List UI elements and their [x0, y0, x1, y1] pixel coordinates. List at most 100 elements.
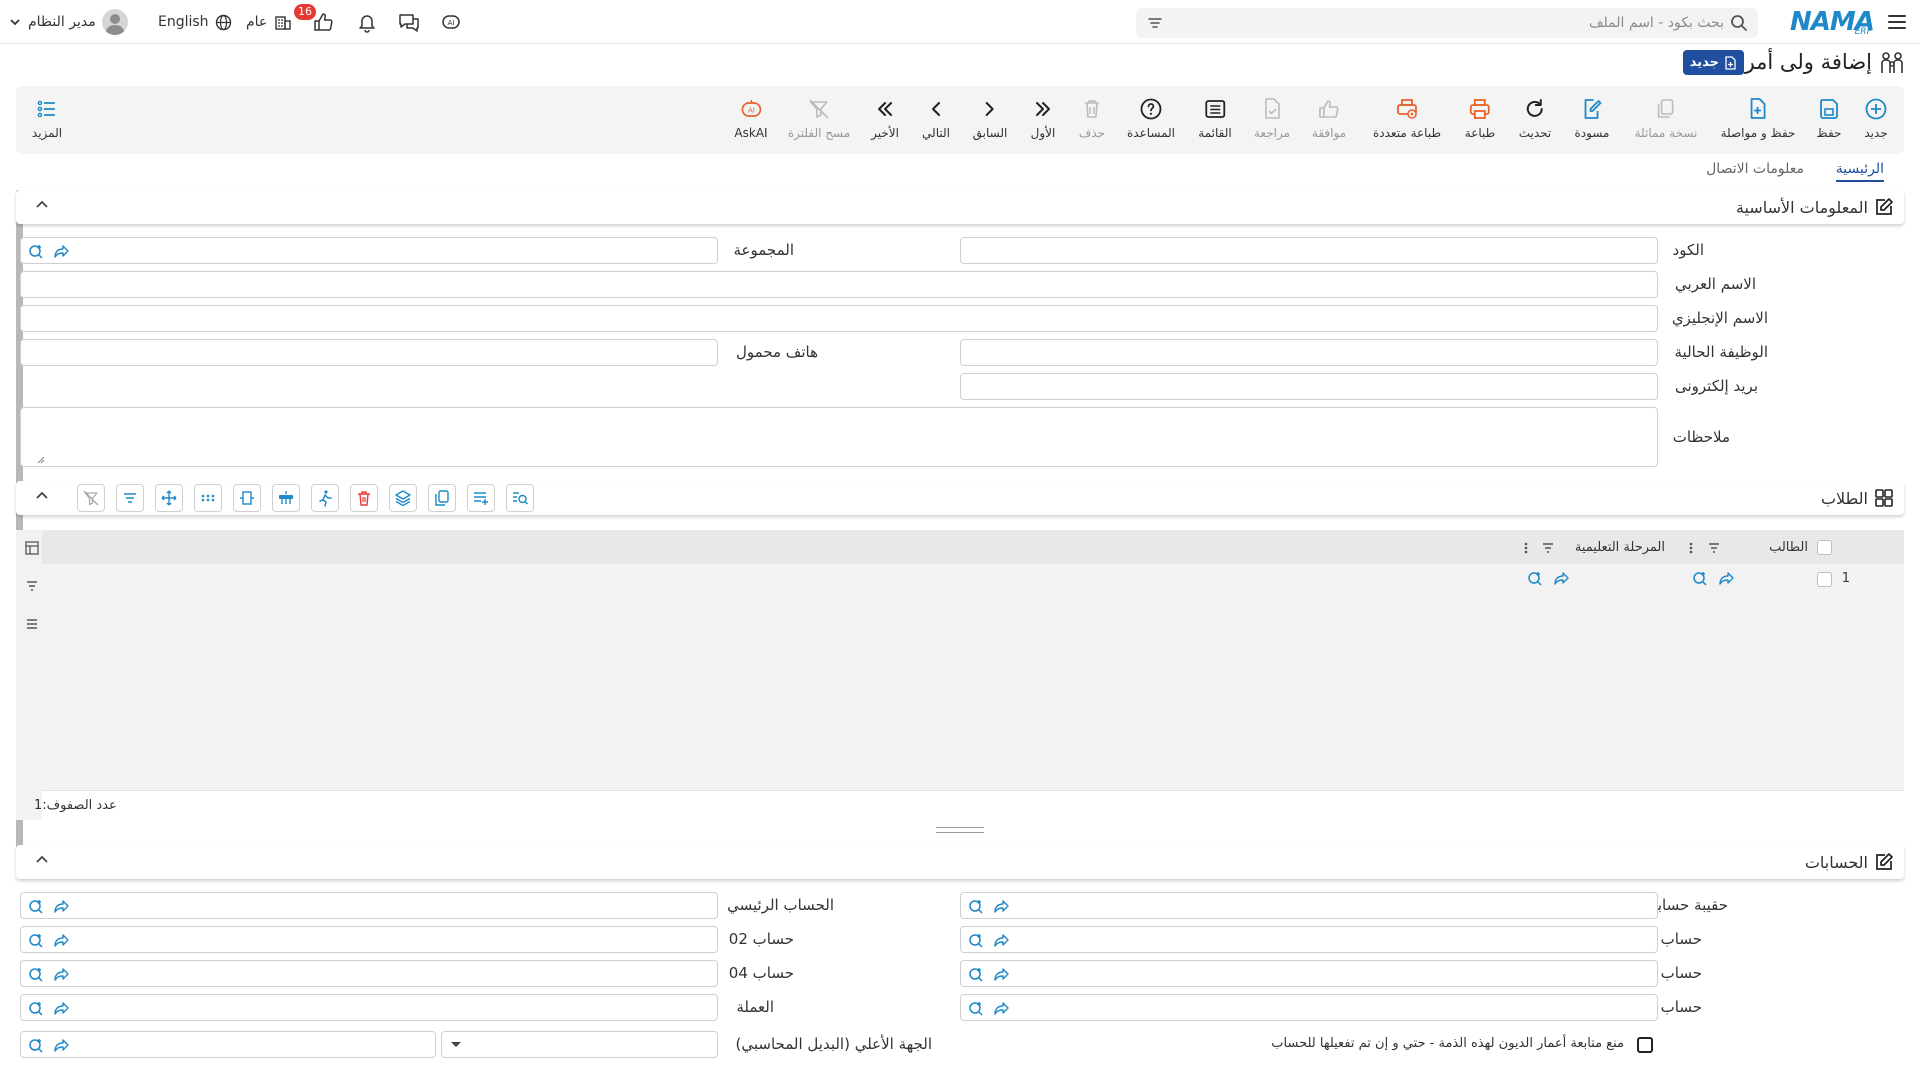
column-filter-icon[interactable] — [1540, 540, 1556, 556]
lookup-search-icon[interactable] — [27, 965, 45, 983]
col-student-header[interactable]: الطالب — [1769, 540, 1808, 555]
print-button[interactable]: طباعة — [1465, 96, 1495, 140]
grid-dots-button[interactable] — [194, 484, 222, 512]
grid-clear-filter-button[interactable] — [77, 484, 105, 512]
grid-add-rows-button[interactable] — [467, 484, 495, 512]
account-01-field[interactable] — [960, 926, 1658, 953]
parent-entity-select[interactable] — [441, 1031, 718, 1058]
previous-record-button[interactable]: السابق — [973, 96, 1007, 140]
share-arrow-icon[interactable] — [1553, 569, 1571, 587]
language-switch[interactable]: English — [158, 0, 232, 44]
lookup-search-icon[interactable] — [27, 242, 45, 260]
lookup-search-icon[interactable] — [967, 931, 985, 949]
share-arrow-icon[interactable] — [993, 965, 1011, 983]
clear-filter-button[interactable]: مسح الفلترة — [788, 96, 850, 140]
menu-button[interactable] — [1886, 0, 1908, 44]
column-filter-icon[interactable] — [1706, 540, 1722, 556]
account-04-field[interactable] — [20, 960, 718, 987]
tab-main[interactable]: الرئيسية — [1835, 161, 1884, 182]
search-box[interactable] — [1136, 8, 1758, 38]
share-arrow-icon[interactable] — [993, 999, 1011, 1017]
code-field[interactable] — [960, 237, 1658, 264]
grid-search-button[interactable] — [506, 484, 534, 512]
lookup-search-icon[interactable] — [1691, 569, 1709, 587]
lookup-search-icon[interactable] — [967, 897, 985, 915]
share-arrow-icon[interactable] — [53, 965, 71, 983]
share-arrow-icon[interactable] — [53, 1036, 71, 1054]
grid-layers-button[interactable] — [389, 484, 417, 512]
chevron-up-icon[interactable] — [34, 197, 50, 213]
chevron-up-icon[interactable] — [34, 852, 50, 868]
save-button[interactable]: حفظ — [1816, 96, 1842, 140]
grid-delete-button[interactable] — [350, 484, 378, 512]
mobile-field[interactable] — [20, 339, 718, 366]
refresh-button[interactable]: تحديث — [1519, 96, 1551, 140]
prevent-debt-aging-checkbox[interactable] — [1637, 1037, 1653, 1053]
english-name-field[interactable] — [20, 305, 1658, 332]
messages-button[interactable] — [397, 0, 421, 44]
account-03-field[interactable] — [960, 960, 1658, 987]
lookup-search-icon[interactable] — [1526, 569, 1544, 587]
column-menu-icon[interactable] — [1523, 540, 1529, 556]
row-checkbox[interactable] — [1817, 572, 1832, 587]
lookup-search-icon[interactable] — [27, 931, 45, 949]
grid-resize-column-button[interactable] — [233, 484, 261, 512]
review-button[interactable]: مراجعة — [1254, 96, 1290, 140]
next-record-button[interactable]: التالي — [922, 96, 950, 140]
share-arrow-icon[interactable] — [53, 897, 71, 915]
parent-entity-field[interactable] — [20, 1031, 436, 1058]
filter-icon[interactable] — [1146, 14, 1164, 32]
basic-info-section-header[interactable]: المعلومات الأساسية — [16, 190, 1904, 224]
search-input[interactable] — [1204, 8, 1724, 38]
grid-menu-icon[interactable] — [24, 616, 40, 632]
first-record-button[interactable]: الأول — [1030, 96, 1056, 140]
share-arrow-icon[interactable] — [993, 897, 1011, 915]
list-button[interactable]: القائمة — [1198, 96, 1232, 140]
save-continue-button[interactable]: حفظ و مواصلة — [1721, 96, 1795, 140]
current-job-field[interactable] — [960, 339, 1658, 366]
share-arrow-icon[interactable] — [53, 999, 71, 1017]
user-menu[interactable]: مدير النظام — [8, 0, 128, 44]
multi-print-button[interactable]: طباعة متعددة — [1373, 96, 1441, 140]
share-arrow-icon[interactable] — [1718, 569, 1736, 587]
tab-contact-info[interactable]: معلومات الاتصال — [1706, 161, 1804, 177]
notes-textarea[interactable] — [20, 407, 1658, 467]
accounts-section-header[interactable]: الحسابات — [16, 845, 1904, 879]
ai-assistant-button[interactable]: AI — [439, 0, 463, 44]
duplicate-button[interactable]: نسخة مماثلة — [1635, 96, 1697, 140]
share-arrow-icon[interactable] — [993, 931, 1011, 949]
askai-button[interactable]: AI AskAI — [734, 96, 768, 140]
account-02-field[interactable] — [20, 926, 718, 953]
more-button[interactable]: المزيد — [32, 96, 62, 140]
select-all-checkbox[interactable] — [1817, 540, 1832, 555]
approvals-button[interactable]: 16 — [294, 0, 334, 44]
currency-field[interactable] — [20, 994, 718, 1021]
draft-button[interactable]: مسودة — [1575, 96, 1609, 140]
lookup-search-icon[interactable] — [27, 1036, 45, 1054]
columns-toggle-icon[interactable] — [24, 540, 40, 556]
col-stage-header[interactable]: المرحلة التعليمية — [1575, 540, 1665, 555]
main-account-field[interactable] — [20, 892, 718, 919]
group-field[interactable] — [20, 237, 718, 264]
grid-run-button[interactable] — [311, 484, 339, 512]
lookup-search-icon[interactable] — [27, 897, 45, 915]
resize-splitter[interactable] — [936, 827, 984, 833]
grid-move-button[interactable] — [155, 484, 183, 512]
approve-button[interactable]: موافقة — [1312, 96, 1346, 140]
chevron-up-icon[interactable] — [34, 488, 50, 504]
notifications-button[interactable] — [356, 0, 378, 44]
general-menu[interactable]: عام — [246, 0, 293, 44]
share-arrow-icon[interactable] — [53, 931, 71, 949]
table-row[interactable]: 1 — [42, 564, 1904, 594]
column-menu-icon[interactable] — [1688, 540, 1694, 556]
lookup-search-icon[interactable] — [27, 999, 45, 1017]
new-button[interactable]: جديد — [1863, 96, 1889, 140]
lookup-search-icon[interactable] — [967, 999, 985, 1017]
delete-button[interactable]: حذف — [1079, 96, 1105, 140]
share-arrow-icon[interactable] — [53, 242, 71, 260]
grid-filter-button[interactable] — [116, 484, 144, 512]
help-button[interactable]: المساعدة — [1127, 96, 1175, 140]
lookup-search-icon[interactable] — [967, 965, 985, 983]
account-05-field[interactable] — [960, 994, 1658, 1021]
grid-filter-icon[interactable] — [24, 578, 40, 594]
